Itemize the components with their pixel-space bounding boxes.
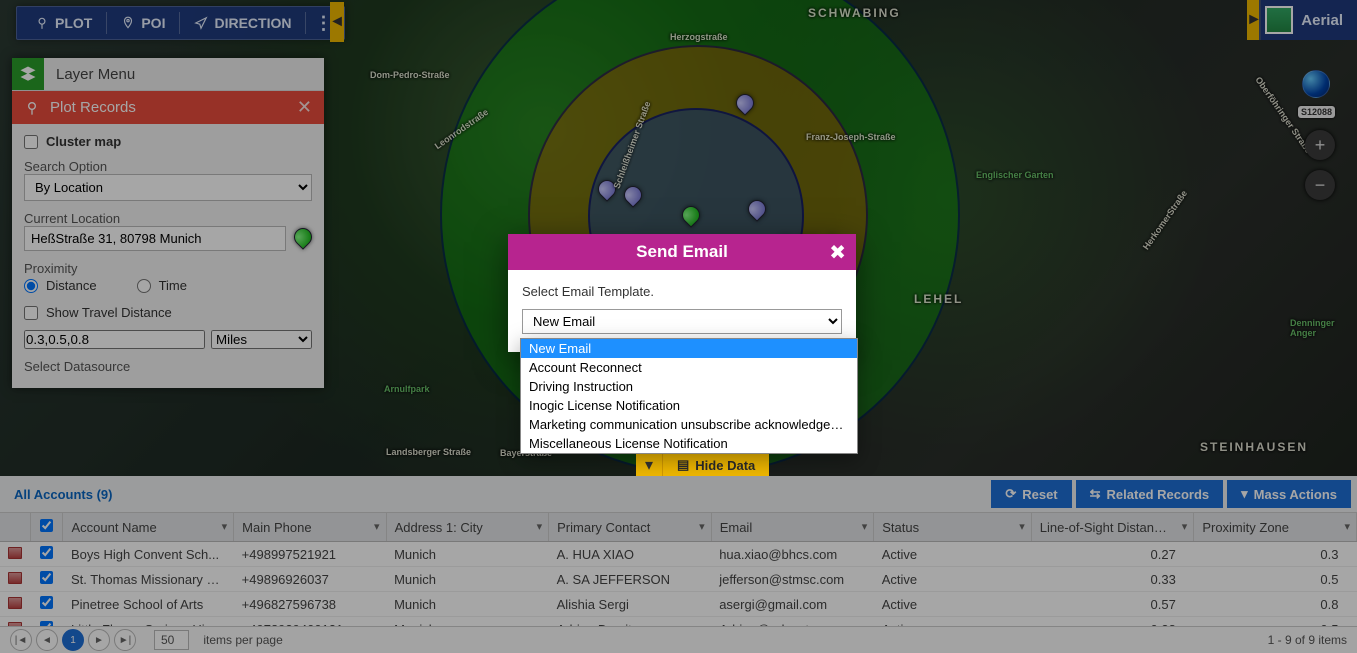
close-icon[interactable]: ✖: [829, 240, 846, 265]
modal-header: Send Email ✖: [508, 234, 856, 270]
modal-prompt: Select Email Template.: [522, 284, 842, 299]
modal-backdrop-lower: [0, 476, 1357, 653]
hide-data-label: Hide Data: [695, 458, 755, 473]
dropdown-option[interactable]: Driving Instruction: [521, 377, 857, 396]
dropdown-option[interactable]: Marketing communication unsubscribe ackn…: [521, 415, 857, 434]
dropdown-option[interactable]: Account Reconnect: [521, 358, 857, 377]
email-template-select[interactable]: New Email: [522, 309, 842, 334]
dropdown-option[interactable]: Miscellaneous License Notification: [521, 434, 857, 453]
table-icon: ▤: [677, 457, 689, 473]
modal-title: Send Email: [636, 242, 728, 262]
send-email-modal: Send Email ✖ Select Email Template. New …: [508, 234, 856, 352]
email-template-dropdown: New Email Account Reconnect Driving Inst…: [520, 338, 858, 454]
hide-data-toggle[interactable]: ▾ ▤ Hide Data: [636, 452, 769, 478]
dropdown-option[interactable]: New Email: [521, 339, 857, 358]
dropdown-option[interactable]: Inogic License Notification: [521, 396, 857, 415]
chevron-down-icon: ▾: [636, 452, 662, 478]
